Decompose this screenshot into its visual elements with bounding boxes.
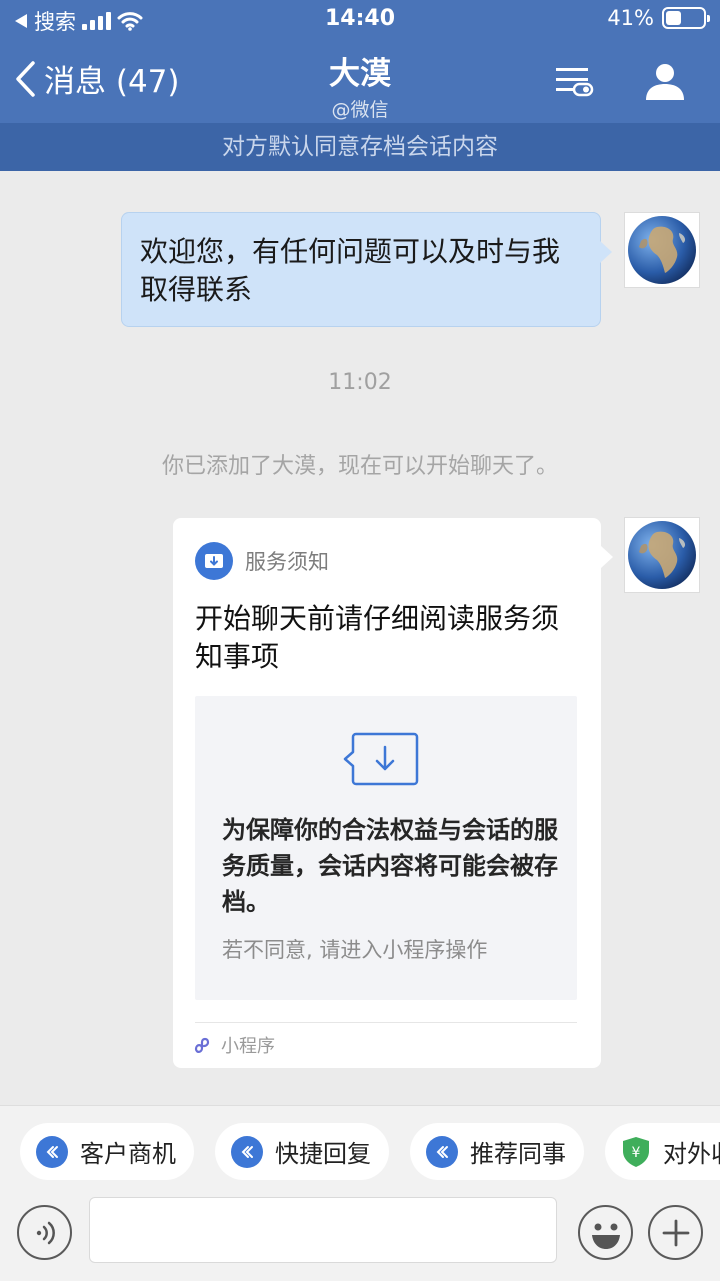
- card-divider: [195, 1022, 577, 1023]
- card-header: 服务须知: [195, 542, 329, 580]
- input-bar: [0, 1197, 720, 1281]
- battery-fill: [666, 11, 681, 25]
- voice-input-button[interactable]: [17, 1205, 72, 1260]
- service-notice-card[interactable]: 服务须知 开始聊天前请仔细阅读服务须知事项 为保障你的合法权益与会话的服务质量，…: [173, 518, 613, 1068]
- chat-header: 消息 (47) 大漠 @微信: [0, 40, 720, 123]
- status-right: 41%: [607, 6, 710, 30]
- archive-notice: 对方默认同意存档会话内容: [0, 123, 720, 171]
- quick-action-label: 客户商机: [80, 1140, 176, 1168]
- quick-action-customer-opportunity[interactable]: 客户商机: [20, 1123, 194, 1180]
- chat-settings-icon[interactable]: [552, 60, 596, 104]
- card-note: 若不同意, 请进入小程序操作: [222, 938, 488, 962]
- message-timestamp: 11:02: [328, 370, 392, 395]
- card-body-text: 为保障你的合法权益与会话的服务质量，会话内容将可能会被存档。: [222, 816, 558, 916]
- quick-action-bar[interactable]: 客户商机 快捷回复 推荐同事 ¥ 对外收款: [0, 1105, 720, 1197]
- emoji-button[interactable]: [578, 1205, 633, 1260]
- card-header-label: 服务须知: [245, 550, 329, 574]
- chevron-left-circle-icon: [231, 1135, 263, 1168]
- card-footer-label: 小程序: [221, 1036, 275, 1057]
- avatar[interactable]: [624, 517, 700, 593]
- welcome-message-bubble[interactable]: 欢迎您，有任何问题可以及时与我取得联系: [121, 212, 612, 327]
- system-message: 你已添加了大漠，现在可以开始聊天了。: [161, 454, 558, 479]
- message-input[interactable]: [89, 1197, 557, 1263]
- battery-icon: [662, 7, 710, 29]
- voice-icon: [36, 1221, 55, 1244]
- quick-action-label: 推荐同事: [470, 1140, 566, 1168]
- chevron-left-circle-icon: [426, 1135, 458, 1168]
- quick-action-quick-reply[interactable]: 快捷回复: [215, 1123, 389, 1180]
- card-content-panel: 为保障你的合法权益与会话的服务质量，会话内容将可能会被存档。 若不同意, 请进入…: [195, 696, 577, 1000]
- chevron-left-circle-icon: [36, 1135, 68, 1168]
- chat-subtitle: @微信: [331, 99, 389, 121]
- mini-program-icon: [194, 1037, 210, 1053]
- quick-action-recommend-colleague[interactable]: 推荐同事: [410, 1123, 584, 1180]
- contact-profile-icon[interactable]: [643, 60, 687, 104]
- quick-action-label: 快捷回复: [275, 1140, 371, 1168]
- svg-text:¥: ¥: [632, 1145, 641, 1161]
- card-footer: 小程序: [193, 1032, 275, 1058]
- card-title: 开始聊天前请仔细阅读服务须知事项: [195, 602, 560, 673]
- status-bar: 搜索 14:40 41%: [0, 0, 720, 40]
- top-bar: 搜索 14:40 41% 消息 (47) 大漠 @微信: [0, 0, 720, 123]
- chat-title: 大漠: [329, 56, 391, 92]
- more-actions-button[interactable]: [648, 1205, 703, 1260]
- avatar[interactable]: [624, 212, 700, 288]
- smiley-icon: [591, 1223, 620, 1249]
- quick-action-external-payment[interactable]: ¥ 对外收款: [605, 1123, 720, 1180]
- battery-percent: 41%: [607, 6, 654, 30]
- globe-avatar-icon: [628, 521, 696, 589]
- title-block: 大漠 @微信: [0, 48, 720, 122]
- service-notice-icon: [195, 542, 233, 580]
- globe-avatar-icon: [628, 216, 696, 284]
- plus-icon: [662, 1219, 689, 1246]
- quick-action-label: 对外收款: [663, 1140, 720, 1168]
- download-message-icon: [343, 732, 419, 786]
- payment-shield-icon: ¥: [623, 1136, 649, 1167]
